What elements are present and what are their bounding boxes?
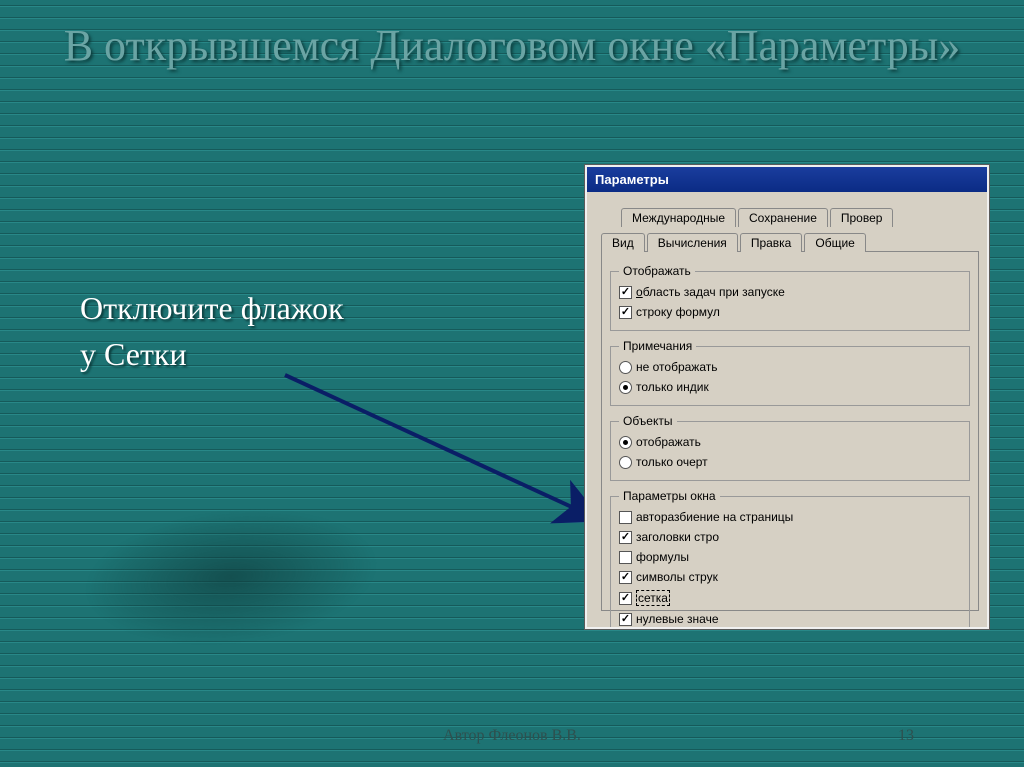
chk-headings[interactable]: ✓ заголовки стро xyxy=(619,530,809,544)
instruction-line-1: Отключите флажок xyxy=(80,285,344,331)
radio-icon xyxy=(619,381,632,394)
radio-icon xyxy=(619,361,632,374)
tab-calc[interactable]: Вычисления xyxy=(647,233,738,252)
rad-show-objects[interactable]: отображать xyxy=(619,435,809,449)
tab-check[interactable]: Провер xyxy=(830,208,894,227)
radio-icon xyxy=(619,456,632,469)
checkbox-icon xyxy=(619,551,632,564)
dialog-title: Параметры xyxy=(595,172,669,187)
checkbox-icon: ✓ xyxy=(619,592,632,605)
rad-show-objects-label: отображать xyxy=(636,435,701,449)
rad-indicator-only-label: только индик xyxy=(636,380,709,394)
chk-formulas-label: формулы xyxy=(636,550,689,564)
chk-zero-values-label: нулевые значе xyxy=(636,612,719,626)
chk-outline-symbols[interactable]: ✓ символы струк xyxy=(619,570,809,584)
tab-panel-view: Отображать ✓ ообласть задач при запускеб… xyxy=(601,251,979,611)
checkbox-icon: ✓ xyxy=(619,286,632,299)
chk-page-breaks-label: авторазбиение на страницы xyxy=(636,510,793,524)
slide-title: В открывшемся Диалоговом окне «Параметры… xyxy=(0,18,1024,73)
tab-row-back: Международные Сохранение Провер xyxy=(621,208,979,227)
chk-gridlines[interactable]: ✓ сетка xyxy=(619,590,809,606)
slide: В открывшемся Диалоговом окне «Параметры… xyxy=(0,0,1024,767)
group-window-legend: Параметры окна xyxy=(619,489,720,503)
group-comments-legend: Примечания xyxy=(619,339,696,353)
checkbox-icon: ✓ xyxy=(619,531,632,544)
tab-view[interactable]: Вид xyxy=(601,233,645,252)
rad-outlines-only[interactable]: только очерт xyxy=(619,455,809,469)
group-display: Отображать ✓ ообласть задач при запускеб… xyxy=(610,264,970,331)
dialog-body: Международные Сохранение Провер Вид Вычи… xyxy=(587,192,987,619)
chk-formula-bar[interactable]: ✓ строку формул xyxy=(619,305,809,319)
checkbox-icon xyxy=(619,511,632,524)
checkbox-icon: ✓ xyxy=(619,571,632,584)
handshake-graphic xyxy=(11,446,450,689)
chk-task-pane[interactable]: ✓ ообласть задач при запускебласть задач… xyxy=(619,285,809,299)
chk-gridlines-label: сетка xyxy=(636,590,670,606)
chk-headings-label: заголовки стро xyxy=(636,530,719,544)
chk-outline-symbols-label: символы струк xyxy=(636,570,718,584)
chk-task-pane-label: ообласть задач при запускебласть задач п… xyxy=(636,285,785,299)
rad-indicator-only[interactable]: только индик xyxy=(619,380,809,394)
group-objects: Объекты отображать только очерт xyxy=(610,414,970,481)
footer-page-number: 13 xyxy=(898,727,914,745)
footer-author: Автор Флеонов В.В. xyxy=(0,727,1024,745)
dialog-titlebar[interactable]: Параметры xyxy=(587,167,987,192)
chk-formulas[interactable]: формулы xyxy=(619,550,809,564)
rad-outlines-only-label: только очерт xyxy=(636,455,708,469)
tab-international[interactable]: Международные xyxy=(621,208,736,227)
chk-zero-values[interactable]: ✓ нулевые значе xyxy=(619,612,809,626)
rad-hide-comments[interactable]: не отображать xyxy=(619,360,809,374)
rad-hide-comments-label: не отображать xyxy=(636,360,718,374)
chk-page-breaks[interactable]: авторазбиение на страницы xyxy=(619,510,809,524)
tab-general[interactable]: Общие xyxy=(804,233,865,252)
instruction-line-2: у Сетки xyxy=(80,331,344,377)
radio-icon xyxy=(619,436,632,449)
group-display-legend: Отображать xyxy=(619,264,695,278)
tab-save[interactable]: Сохранение xyxy=(738,208,828,227)
tab-row-front: Вид Вычисления Правка Общие xyxy=(601,233,979,252)
group-window: Параметры окна авторазбиение на страницы… xyxy=(610,489,970,629)
checkbox-icon: ✓ xyxy=(619,613,632,626)
checkbox-icon: ✓ xyxy=(619,306,632,319)
tab-edit[interactable]: Правка xyxy=(740,233,803,252)
instruction-text: Отключите флажок у Сетки xyxy=(80,285,344,378)
group-comments: Примечания не отображать только индик xyxy=(610,339,970,406)
parameters-dialog: Параметры Международные Сохранение Прове… xyxy=(585,165,989,629)
chk-formula-bar-label: строку формул xyxy=(636,305,720,319)
group-objects-legend: Объекты xyxy=(619,414,677,428)
